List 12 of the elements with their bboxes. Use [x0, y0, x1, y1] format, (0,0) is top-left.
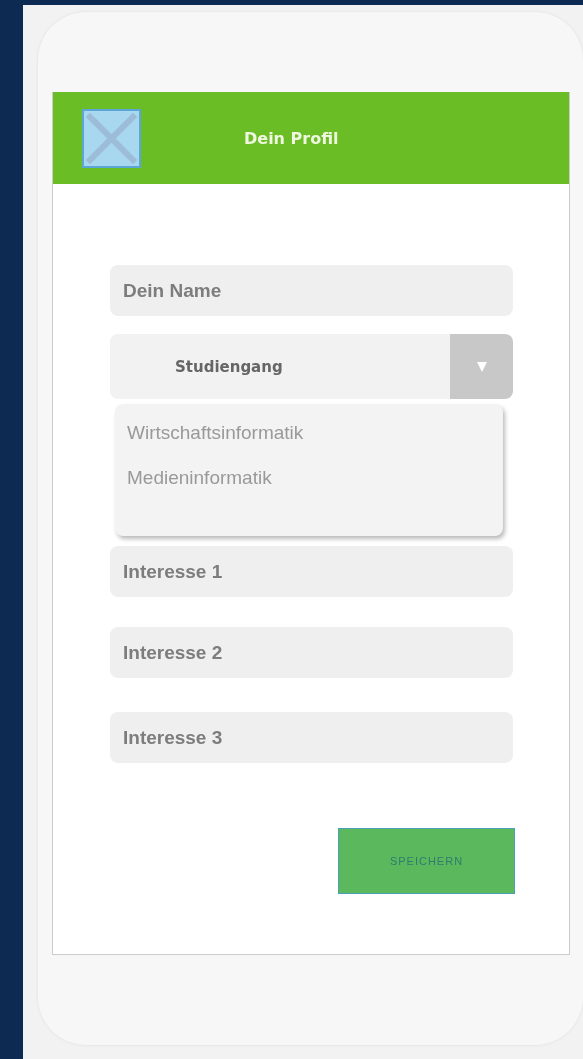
- input-field[interactable]: Dein Name: [110, 265, 513, 316]
- caret-icon: [475, 360, 488, 373]
- header-title: Dein Profil: [244, 128, 339, 148]
- dropdown-arrow-button[interactable]: [450, 334, 513, 399]
- input-field[interactable]: Interesse 2: [110, 627, 513, 678]
- input-field[interactable]: Interesse 3: [110, 712, 513, 763]
- image-placeholder-icon: [82, 108, 141, 168]
- save-button[interactable]: SPEICHERN: [338, 828, 515, 894]
- input-field[interactable]: Interesse 1: [110, 546, 513, 597]
- menu-item[interactable]: Medieninformatik: [115, 465, 503, 510]
- dropdown[interactable]: Studiengang: [110, 334, 513, 399]
- menu-item[interactable]: Wirtschaftsinformatik: [115, 420, 503, 465]
